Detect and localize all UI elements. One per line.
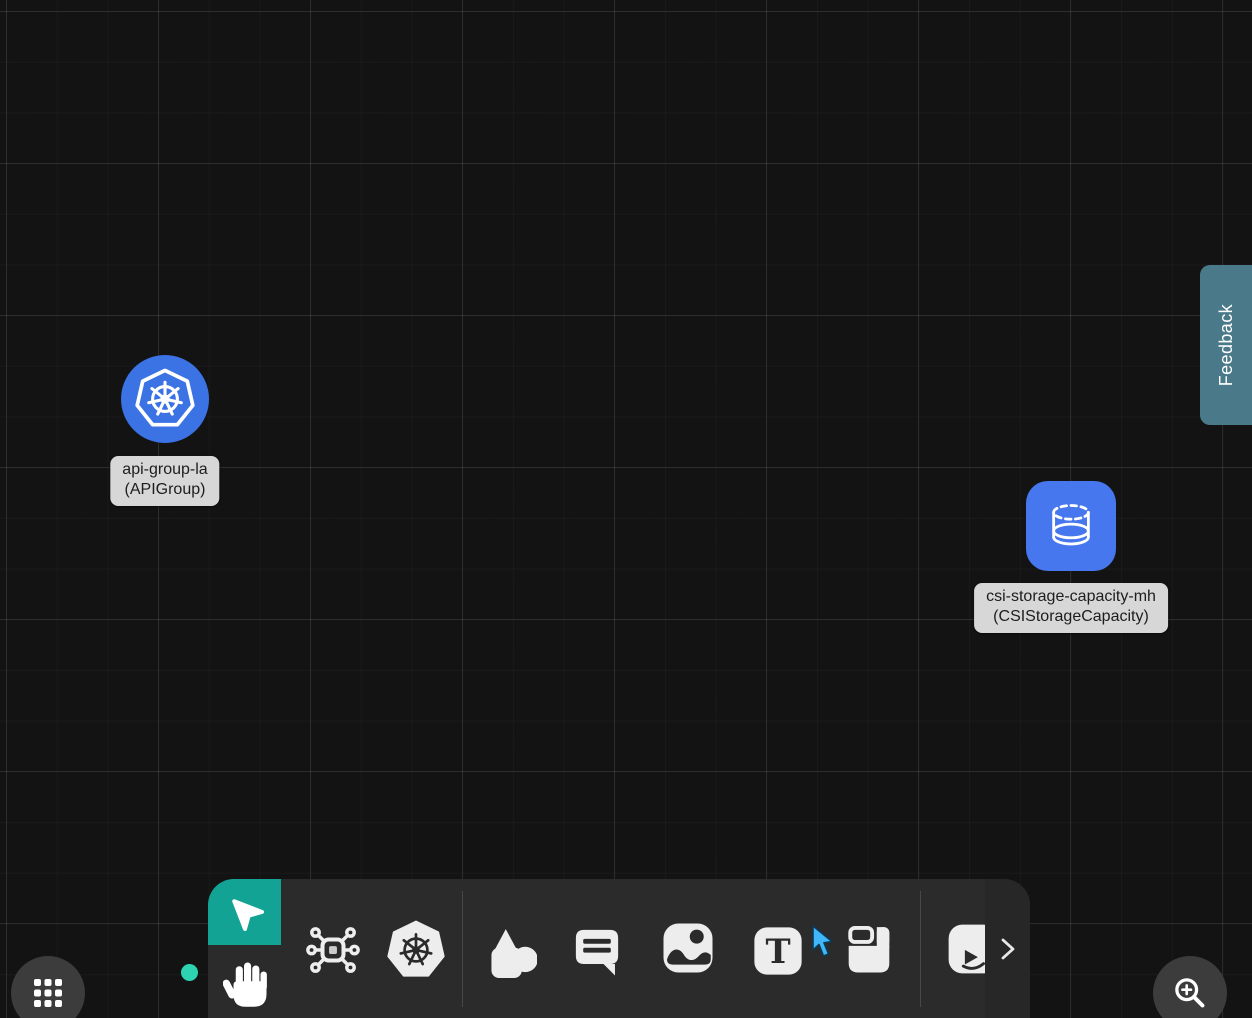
select-cursor-icon [225, 892, 265, 932]
kubernetes-icon [134, 368, 196, 430]
clipped-tool-button[interactable] [947, 923, 985, 977]
save-icon [844, 924, 894, 974]
kubernetes-icon [385, 920, 447, 980]
circuit-chip-icon [305, 922, 361, 978]
text-tool-glyph: T [765, 931, 790, 971]
text-icon: T [751, 924, 805, 978]
text-tool-button[interactable]: T [750, 923, 806, 979]
connection-tool-button[interactable] [304, 921, 362, 979]
storage-cylinder-icon [1040, 495, 1102, 557]
toolbar-divider [920, 891, 921, 1007]
select-tool-button[interactable] [208, 879, 281, 945]
toolbar-divider [462, 891, 463, 1007]
clipped-tool-icon [947, 923, 985, 975]
feedback-label: Feedback [1216, 304, 1237, 386]
node-kind: (CSIStorageCapacity) [986, 607, 1156, 627]
image-tool-button[interactable] [659, 919, 717, 977]
image-icon [660, 920, 716, 976]
save-tool-button[interactable] [843, 923, 895, 975]
feedback-tab[interactable]: Feedback [1200, 265, 1252, 425]
kubernetes-tool-button[interactable] [384, 919, 448, 981]
expand-toolbar-button[interactable] [985, 879, 1030, 1018]
pan-tool-button[interactable] [218, 957, 276, 1013]
node-csi-storage[interactable] [1026, 481, 1116, 571]
node-label-api-group[interactable]: api-group-la (APIGroup) [110, 456, 219, 506]
zoom-in-button[interactable] [1153, 956, 1227, 1018]
shapes-tool-button[interactable] [482, 923, 538, 979]
apps-grid-icon [33, 978, 63, 1008]
diagram-canvas[interactable]: api-group-la (APIGroup) csi-storage-capa… [0, 0, 1252, 1018]
node-label-csi-storage[interactable]: csi-storage-capacity-mh (CSIStorageCapac… [974, 583, 1168, 633]
comment-icon [571, 924, 623, 978]
chevron-right-icon [997, 936, 1019, 962]
node-kind: (APIGroup) [122, 480, 207, 500]
zoom-in-icon [1169, 972, 1211, 1014]
node-name: api-group-la [122, 460, 207, 480]
node-api-group[interactable] [121, 355, 209, 443]
toolbar: T [208, 879, 1030, 1018]
shapes-icon [483, 924, 537, 978]
hand-icon [223, 960, 271, 1010]
comment-tool-button[interactable] [569, 923, 625, 979]
node-name: csi-storage-capacity-mh [986, 587, 1156, 607]
apps-menu-button[interactable] [11, 956, 85, 1018]
status-dot [181, 964, 198, 981]
